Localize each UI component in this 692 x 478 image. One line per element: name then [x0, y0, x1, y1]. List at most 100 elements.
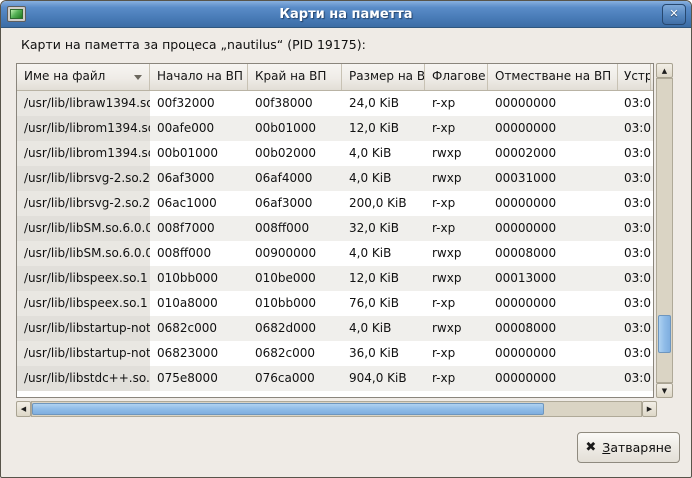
table-cell-vm_offset: 00031000: [488, 166, 618, 191]
column-header-device[interactable]: Устройство: [618, 64, 651, 90]
column-header-vm_offset[interactable]: Отместване на ВП: [488, 64, 618, 90]
table-cell-flags: r-xp: [425, 216, 488, 241]
table-cell-device: 03:02: [618, 141, 651, 166]
table-cell-vm_offset: 00000000: [488, 116, 618, 141]
table-cell-flags: r-xp: [425, 341, 488, 366]
table-cell-device: 03:02: [618, 291, 651, 316]
table-cell-vm_offset: 00000000: [488, 91, 618, 116]
table-cell-vm_end: 00b02000: [248, 141, 342, 166]
table-cell-vm_start: 0682c000: [150, 316, 248, 341]
table-cell-vm_offset: 00000000: [488, 341, 618, 366]
table-cell-device: 03:02: [618, 116, 651, 141]
table-header-row: Име на файлНачало на ВПКрай на ВПРазмер …: [17, 64, 653, 91]
table-cell-vm_offset: 00000000: [488, 191, 618, 216]
scroll-up-icon[interactable]: ▲: [656, 63, 673, 78]
table-cell-flags: r-xp: [425, 366, 488, 391]
table-cell-vm_start: 06823000: [150, 341, 248, 366]
horizontal-scroll-trough[interactable]: [31, 401, 642, 417]
table-cell-filename: /usr/lib/librom1394.so: [17, 116, 150, 141]
vertical-scroll-trough[interactable]: [656, 78, 673, 383]
table-row[interactable]: /usr/lib/libstdc++.so.075e8000076ca00090…: [17, 366, 653, 391]
table-cell-vm_offset: 00000000: [488, 291, 618, 316]
vertical-scrollbar[interactable]: ▲ ▼: [656, 63, 673, 398]
column-header-vm_size[interactable]: Размер на ВП: [342, 64, 425, 90]
table-cell-vm_size: 200,0 KiB: [342, 191, 425, 216]
column-header-vm_start[interactable]: Начало на ВП: [150, 64, 248, 90]
table-cell-vm_start: 008f7000: [150, 216, 248, 241]
table-cell-vm_end: 00b01000: [248, 116, 342, 141]
table-cell-vm_size: 32,0 KiB: [342, 216, 425, 241]
table-row[interactable]: /usr/lib/libraw1394.so00f3200000f3800024…: [17, 91, 653, 116]
table-cell-device: 03:02: [618, 91, 651, 116]
table-row[interactable]: /usr/lib/librsvg-2.so.206af300006af40004…: [17, 166, 653, 191]
close-button-label: Затваряне: [602, 440, 671, 455]
table-row[interactable]: /usr/lib/libspeex.so.1010a8000010bb00076…: [17, 291, 653, 316]
table-cell-vm_size: 904,0 KiB: [342, 366, 425, 391]
table-cell-vm_offset: 00013000: [488, 266, 618, 291]
column-header-filename[interactable]: Име на файл: [17, 64, 150, 90]
table-cell-flags: r-xp: [425, 91, 488, 116]
table-cell-filename: /usr/lib/libSM.so.6.0.0: [17, 216, 150, 241]
table-cell-flags: r-xp: [425, 291, 488, 316]
table-cell-vm_size: 24,0 KiB: [342, 91, 425, 116]
table-row[interactable]: /usr/lib/libSM.so.6.0.0008ff000009000004…: [17, 241, 653, 266]
table-cell-flags: r-xp: [425, 116, 488, 141]
column-header-vm_end[interactable]: Край на ВП: [248, 64, 342, 90]
table-row[interactable]: /usr/lib/libstartup-not0682c0000682d0004…: [17, 316, 653, 341]
table-cell-filename: /usr/lib/libSM.so.6.0.0: [17, 241, 150, 266]
table-cell-device: 03:02: [618, 341, 651, 366]
memory-maps-dialog: Карти на паметта ✕ Карти на паметта за п…: [0, 0, 692, 478]
table-cell-vm_size: 4,0 KiB: [342, 141, 425, 166]
table-cell-device: 03:02: [618, 166, 651, 191]
table-cell-vm_start: 075e8000: [150, 366, 248, 391]
scroll-down-icon[interactable]: ▼: [656, 383, 673, 398]
vertical-scroll-thumb[interactable]: [658, 315, 671, 353]
table-cell-filename: /usr/lib/libstartup-not: [17, 341, 150, 366]
table-cell-filename: /usr/lib/librsvg-2.so.2: [17, 191, 150, 216]
scroll-right-icon[interactable]: ▶: [642, 401, 657, 417]
table-cell-vm_start: 010a8000: [150, 291, 248, 316]
table-cell-vm_end: 00900000: [248, 241, 342, 266]
table-cell-vm_start: 06af3000: [150, 166, 248, 191]
table-cell-filename: /usr/lib/librom1394.so: [17, 141, 150, 166]
table-cell-vm_size: 12,0 KiB: [342, 266, 425, 291]
window-title: Карти на паметта: [1, 7, 691, 22]
table-cell-flags: rwxp: [425, 266, 488, 291]
horizontal-scroll-thumb[interactable]: [32, 403, 544, 415]
horizontal-scrollbar[interactable]: ◀ ▶: [16, 401, 657, 417]
window-close-icon[interactable]: ✕: [662, 4, 686, 25]
column-header-flags[interactable]: Флагове: [425, 64, 488, 90]
system-monitor-icon: [7, 6, 26, 22]
table-row[interactable]: /usr/lib/libspeex.so.1010bb000010be00012…: [17, 266, 653, 291]
table-row[interactable]: /usr/lib/libstartup-not068230000682c0003…: [17, 341, 653, 366]
table-cell-vm_start: 06ac1000: [150, 191, 248, 216]
table-row[interactable]: /usr/lib/librsvg-2.so.206ac100006af30002…: [17, 191, 653, 216]
scroll-left-icon[interactable]: ◀: [16, 401, 31, 417]
table-cell-vm_end: 076ca000: [248, 366, 342, 391]
table-row[interactable]: /usr/lib/librom1394.so00b0100000b020004,…: [17, 141, 653, 166]
table-cell-vm_start: 00afe000: [150, 116, 248, 141]
table-cell-vm_start: 008ff000: [150, 241, 248, 266]
titlebar[interactable]: Карти на паметта ✕: [1, 1, 691, 28]
table-row[interactable]: /usr/lib/libSM.so.6.0.0008f7000008ff0003…: [17, 216, 653, 241]
table-cell-flags: rwxp: [425, 141, 488, 166]
table-cell-vm_start: 00f32000: [150, 91, 248, 116]
table-cell-flags: rwxp: [425, 166, 488, 191]
table-cell-vm_offset: 00008000: [488, 241, 618, 266]
table-cell-filename: /usr/lib/libstartup-not: [17, 316, 150, 341]
process-description-label: Карти на паметта за процеса „nautilus“ (…: [21, 37, 366, 52]
table-cell-vm_end: 010bb000: [248, 291, 342, 316]
table-cell-vm_end: 008ff000: [248, 216, 342, 241]
table-body: /usr/lib/libraw1394.so00f3200000f3800024…: [17, 91, 653, 391]
close-button[interactable]: ✖ Затваряне: [577, 432, 680, 463]
table-cell-device: 03:02: [618, 241, 651, 266]
table-cell-flags: rwxp: [425, 241, 488, 266]
table-cell-vm_size: 36,0 KiB: [342, 341, 425, 366]
table-cell-vm_size: 76,0 KiB: [342, 291, 425, 316]
table-cell-device: 03:02: [618, 191, 651, 216]
table-cell-device: 03:02: [618, 216, 651, 241]
table-row[interactable]: /usr/lib/librom1394.so00afe00000b0100012…: [17, 116, 653, 141]
table-cell-vm_start: 00b01000: [150, 141, 248, 166]
table-cell-filename: /usr/lib/libspeex.so.1: [17, 291, 150, 316]
table-cell-vm_size: 4,0 KiB: [342, 316, 425, 341]
